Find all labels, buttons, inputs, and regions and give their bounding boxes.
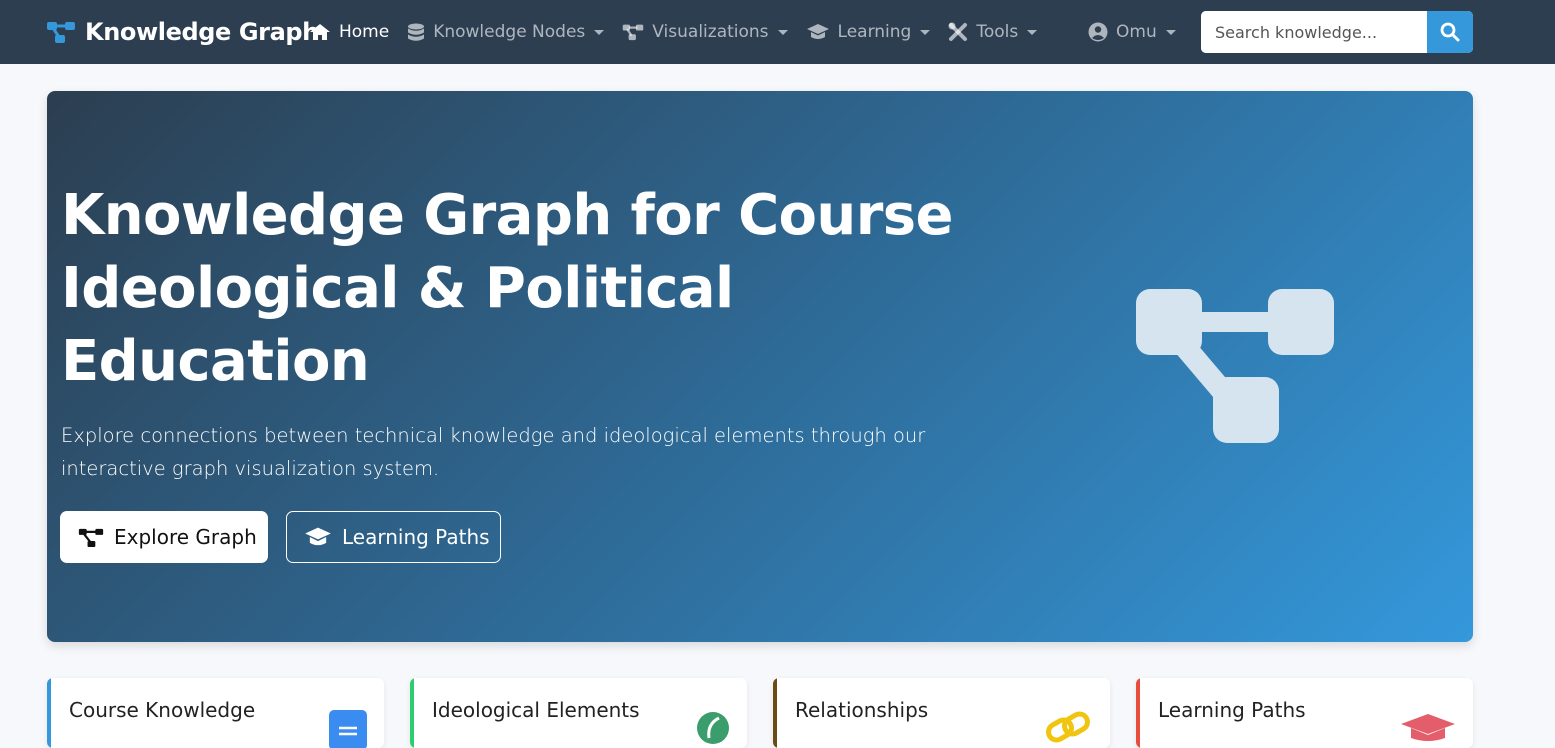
search-button[interactable] (1427, 11, 1473, 53)
card-course-knowledge[interactable]: Course Knowledge (47, 678, 384, 748)
book-icon (329, 710, 367, 748)
graduation-cap-icon (1401, 714, 1455, 741)
hero-section: Knowledge Graph for Course Ideological &… (47, 91, 1473, 642)
chevron-down-icon (1165, 29, 1176, 35)
card-accent (1136, 678, 1140, 748)
card-title: Relationships (795, 698, 929, 722)
chevron-down-icon (920, 29, 931, 35)
card-title: Learning Paths (1158, 698, 1306, 722)
top-navbar: Knowledge Graph Home Knowledge Nodes Vis… (0, 0, 1555, 64)
nav-tools[interactable]: Tools (948, 22, 1038, 42)
user-circle-icon (1088, 22, 1108, 42)
card-accent (773, 678, 777, 748)
user-menu[interactable]: Omu (1088, 0, 1176, 64)
learning-paths-button[interactable]: Learning Paths (286, 511, 501, 563)
nav-visualizations[interactable]: Visualizations (622, 22, 788, 42)
graduation-cap-icon (806, 24, 829, 39)
chevron-down-icon (777, 29, 788, 35)
project-diagram-icon (78, 528, 104, 547)
nav-knowledge-nodes[interactable]: Knowledge Nodes (407, 22, 605, 42)
search-input[interactable] (1201, 11, 1427, 53)
hero-title: Knowledge Graph for Course Ideological &… (61, 183, 953, 394)
chevron-down-icon (1027, 29, 1038, 35)
brand-link[interactable]: Knowledge Graph (46, 0, 319, 64)
learning-paths-label: Learning Paths (342, 525, 490, 549)
database-icon (408, 23, 425, 41)
card-relationships[interactable]: Relationships (773, 678, 1110, 748)
brand-title: Knowledge Graph (85, 18, 319, 46)
project-diagram-icon (623, 24, 644, 41)
search-icon (1440, 22, 1460, 42)
project-diagram-icon (47, 22, 75, 43)
nav-home-label: Home (339, 22, 390, 42)
card-accent (410, 678, 414, 748)
search-form (1201, 11, 1473, 53)
main-nav: Home Knowledge Nodes Visualizations Lear… (309, 0, 1055, 64)
nav-visualizations-label: Visualizations (652, 22, 769, 42)
nav-home[interactable]: Home (309, 22, 389, 42)
card-title: Course Knowledge (69, 698, 256, 722)
chevron-down-icon (594, 29, 605, 35)
card-learning-paths[interactable]: Learning Paths (1136, 678, 1473, 748)
nav-knowledge-nodes-label: Knowledge Nodes (433, 22, 586, 42)
nav-tools-label: Tools (976, 22, 1019, 42)
nav-learning-label: Learning (837, 22, 912, 42)
explore-graph-label: Explore Graph (114, 525, 257, 549)
home-icon (310, 24, 330, 40)
user-name: Omu (1116, 22, 1157, 42)
graduation-cap-icon (305, 527, 331, 546)
link-icon (1046, 711, 1090, 743)
hero-subtitle: Explore connections between technical kn… (61, 424, 926, 480)
card-accent (47, 678, 51, 748)
leaf-icon (697, 712, 729, 744)
explore-graph-button[interactable]: Explore Graph (60, 511, 268, 563)
tools-icon (948, 22, 968, 41)
card-title: Ideological Elements (432, 698, 640, 722)
project-diagram-icon (1136, 289, 1334, 443)
card-ideological-elements[interactable]: Ideological Elements (410, 678, 747, 748)
nav-learning[interactable]: Learning (806, 22, 931, 42)
